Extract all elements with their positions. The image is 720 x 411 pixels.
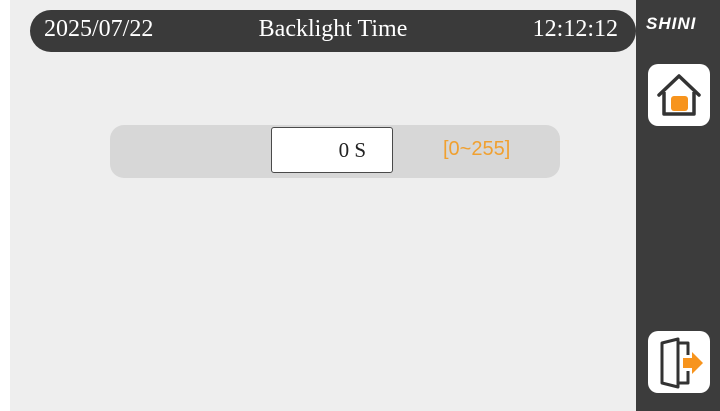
home-button[interactable] [648, 64, 710, 126]
home-icon [657, 74, 701, 116]
exit-button[interactable] [648, 331, 710, 393]
backlight-time-row: 0 S [0~255] [110, 125, 560, 178]
brand-logo: SHINI [646, 14, 697, 33]
header-bar: 2025/07/22 Backlight Time 12:12:12 [30, 10, 636, 52]
backlight-time-value: 0 S [338, 137, 366, 162]
header-time: 12:12:12 [532, 16, 618, 42]
backlight-time-input[interactable]: 0 S [271, 127, 393, 173]
side-panel: SHINI [636, 0, 720, 411]
main-screen: 2025/07/22 Backlight Time 12:12:12 0 S [… [10, 0, 636, 411]
value-range-label: [0~255] [443, 138, 511, 160]
exit-door-icon [660, 337, 703, 389]
